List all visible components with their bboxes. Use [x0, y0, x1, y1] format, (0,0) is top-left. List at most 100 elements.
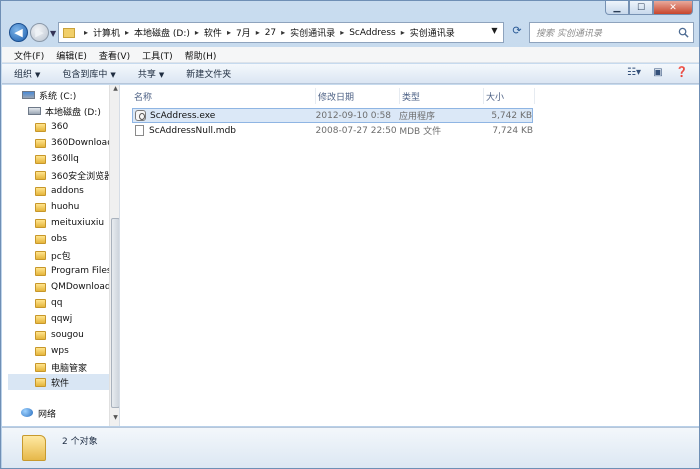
nav-item-folder[interactable]: qqwj [35, 311, 119, 327]
nav-item-label: qq [51, 298, 63, 308]
folder-icon [35, 154, 46, 164]
chevron-right-icon[interactable]: ▸ [227, 28, 231, 37]
folder-icon [35, 138, 46, 148]
nav-item-folder[interactable]: 360Downloads [35, 135, 119, 151]
nav-item-folder[interactable]: wps [35, 343, 119, 359]
nav-item-label: 网络 [38, 409, 57, 420]
scroll-down-icon[interactable]: ▼ [110, 414, 119, 424]
breadcrumb-contacts[interactable]: 实创通讯录 [290, 26, 335, 39]
folder-icon [35, 346, 46, 356]
window-controls: ▁ ☐ ✕ [605, 1, 693, 15]
nav-item-folder[interactable]: 360 [35, 119, 119, 135]
maximize-button[interactable]: ☐ [629, 1, 653, 15]
breadcrumb-27[interactable]: 27 [265, 28, 276, 38]
breadcrumb-contacts-current[interactable]: 实创通讯录 [410, 26, 455, 39]
nav-scrollbar[interactable]: ▲ ▼ [109, 85, 119, 426]
file-name: ScAddress.exe [150, 110, 216, 121]
application-icon [135, 110, 146, 121]
scroll-up-icon[interactable]: ▲ [110, 85, 119, 95]
nav-item-folder[interactable]: addons [35, 183, 119, 199]
nav-item-label: meituxiuxiu [51, 218, 105, 228]
breadcrumb-july[interactable]: 7月 [236, 26, 251, 39]
drive-icon [28, 107, 41, 115]
menu-edit[interactable]: 编辑(E) [50, 47, 93, 62]
nav-item-label: 360 [51, 122, 69, 132]
back-button[interactable]: ◀ [9, 23, 28, 42]
nav-item-folder[interactable]: huohu [35, 199, 119, 215]
nav-item-folder[interactable]: meituxiuxiu [35, 215, 119, 231]
folder-icon [35, 234, 46, 244]
folder-icon [35, 250, 46, 260]
forward-button[interactable]: ▶ [30, 23, 49, 42]
chevron-down-icon: ▼ [110, 71, 116, 79]
breadcrumb-scaddress[interactable]: ScAddress [349, 28, 396, 38]
file-date: 2012-09-10 0:58 [315, 110, 392, 121]
menu-help[interactable]: 帮助(H) [179, 47, 223, 62]
recent-pages-dropdown[interactable]: ▼ [50, 29, 56, 38]
chevron-right-icon[interactable]: ▸ [340, 28, 344, 37]
folder-icon [35, 170, 46, 180]
preview-pane-icon[interactable]: ▣ [651, 67, 665, 80]
network-icon [21, 408, 34, 418]
share-button[interactable]: 共享 ▼ [138, 67, 164, 80]
folder-icon [35, 377, 46, 387]
close-button[interactable]: ✕ [653, 1, 693, 15]
chevron-right-icon[interactable]: ▸ [401, 28, 405, 37]
breadcrumb-drive-d[interactable]: 本地磁盘 (D:) [134, 26, 190, 39]
file-name-cell: ScAddressNull.mdb [132, 125, 316, 136]
breadcrumb-software[interactable]: 软件 [204, 26, 222, 39]
nav-item-label: 电脑管家 [51, 363, 88, 374]
include-library-label: 包含到库中 [62, 70, 108, 80]
nav-item-folder-selected[interactable]: 软件 [8, 374, 109, 390]
refresh-button[interactable]: ⟳ [507, 24, 527, 42]
nav-item-folder[interactable]: 360安全浏览器 [35, 167, 119, 183]
menu-file[interactable]: 文件(F) [8, 47, 50, 62]
nav-item-folder[interactable]: obs [35, 231, 119, 247]
scrollbar-thumb[interactable] [111, 218, 119, 408]
nav-item-label: 软件 [51, 378, 70, 389]
nav-item-folder[interactable]: Program Files [35, 263, 119, 279]
file-list-pane: 名称 修改日期 类型 大小 ScAddress.exe 2012-09-10 0… [122, 85, 699, 426]
share-label: 共享 [137, 70, 156, 80]
view-controls: ☷▾ ▣ ❓ [627, 67, 689, 80]
nav-item-folder[interactable]: QMDownload [35, 279, 119, 295]
nav-item-drive-c[interactable]: 系统 (C:) [22, 87, 119, 103]
chevron-right-icon[interactable]: ▸ [195, 28, 199, 37]
include-in-library-button[interactable]: 包含到库中 ▼ [62, 67, 115, 80]
nav-item-folder[interactable]: pc包 [35, 247, 119, 263]
column-type[interactable]: 类型 [400, 88, 484, 104]
folder-icon [35, 282, 46, 292]
document-icon [135, 125, 144, 136]
search-input[interactable]: 搜索 实创通讯录 [529, 22, 694, 43]
nav-item-folder[interactable]: 电脑管家 [35, 359, 119, 375]
column-size[interactable]: 大小 [484, 88, 535, 104]
view-options-icon[interactable]: ☷▾ [627, 67, 641, 80]
help-icon[interactable]: ❓ [675, 67, 689, 80]
column-name[interactable]: 名称 [132, 88, 316, 104]
address-bar[interactable]: ▸ 计算机 ▸ 本地磁盘 (D:) ▸ 软件 ▸ 7月 ▸ 27 ▸ 实创通讯录… [58, 22, 504, 43]
column-date[interactable]: 修改日期 [316, 88, 400, 104]
chevron-right-icon[interactable]: ▸ [84, 28, 88, 37]
chevron-right-icon[interactable]: ▸ [125, 28, 129, 37]
nav-item-drive-d[interactable]: 本地磁盘 (D:) [28, 103, 119, 119]
minimize-button[interactable]: ▁ [605, 1, 629, 15]
folder-icon [35, 314, 46, 324]
menu-view[interactable]: 查看(V) [93, 47, 136, 62]
nav-item-network[interactable]: 网络 [21, 405, 119, 421]
nav-item-folder[interactable]: qq [35, 295, 119, 311]
new-folder-button[interactable]: 新建文件夹 [186, 67, 231, 80]
search-icon[interactable] [678, 27, 689, 38]
nav-item-folder[interactable]: sougou [35, 327, 119, 343]
explorer-window: ▁ ☐ ✕ ◀ ▶ ▼ ▸ 计算机 ▸ 本地磁盘 (D:) ▸ 软件 ▸ 7月 … [0, 0, 700, 469]
file-row[interactable]: ScAddressNull.mdb 2008-07-27 22:50 MDB 文… [132, 123, 533, 138]
organize-button[interactable]: 组织 ▼ [14, 67, 40, 80]
nav-item-folder[interactable]: 360llq [35, 151, 119, 167]
file-row[interactable]: ScAddress.exe 2012-09-10 0:58 应用程序 5,742… [132, 108, 533, 123]
breadcrumb-computer[interactable]: 计算机 [93, 26, 120, 39]
chevron-right-icon[interactable]: ▸ [256, 28, 260, 37]
chevron-down-icon[interactable]: ▼ [488, 26, 501, 39]
menu-tools[interactable]: 工具(T) [136, 47, 179, 62]
refresh-icon: ⟳ [512, 24, 522, 37]
folder-icon [35, 122, 46, 132]
chevron-right-icon[interactable]: ▸ [281, 28, 285, 37]
